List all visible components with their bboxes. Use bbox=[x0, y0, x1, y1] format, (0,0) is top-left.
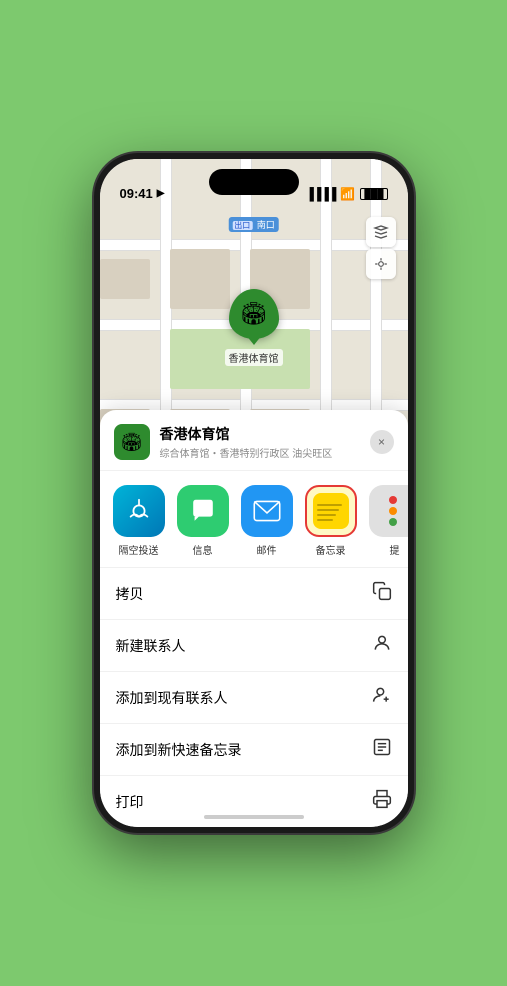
close-button[interactable]: × bbox=[370, 430, 394, 454]
venue-emoji-icon: 🏟 bbox=[120, 432, 143, 453]
notes-inner bbox=[313, 493, 349, 529]
action-item-print[interactable]: 打印 bbox=[100, 776, 408, 827]
home-indicator bbox=[204, 815, 304, 819]
map-label-text: 南口 bbox=[257, 220, 275, 230]
dot-orange bbox=[389, 507, 397, 515]
share-item-airdrop[interactable]: 隔空投送 bbox=[110, 485, 168, 557]
airdrop-label: 隔空投送 bbox=[119, 542, 159, 557]
print-icon bbox=[372, 789, 392, 814]
share-row: 隔空投送 信息 bbox=[100, 471, 408, 568]
map-exit-label: 出口 南口 bbox=[228, 217, 279, 232]
signal-icon: ▐▐▐▐ bbox=[305, 187, 335, 201]
more-dots bbox=[389, 496, 401, 526]
copy-icon bbox=[372, 581, 392, 606]
map-controls bbox=[366, 217, 396, 279]
time-display: 09:41 bbox=[120, 186, 153, 201]
action-item-copy[interactable]: 拷贝 bbox=[100, 568, 408, 620]
dot-red bbox=[389, 496, 397, 504]
map-layers-button[interactable] bbox=[366, 217, 396, 247]
action-item-add-notes[interactable]: 添加到新快速备忘录 bbox=[100, 724, 408, 776]
airdrop-icon-wrap bbox=[113, 485, 165, 537]
status-time: 09:41 ▶ bbox=[120, 186, 165, 201]
venue-name: 香港体育馆 bbox=[160, 424, 370, 444]
messages-icon-wrap bbox=[177, 485, 229, 537]
dot-green bbox=[389, 518, 397, 526]
action-label-add-existing: 添加到现有联系人 bbox=[116, 688, 228, 708]
venue-icon: 🏟 bbox=[114, 424, 150, 460]
bottom-sheet: 🏟 香港体育馆 综合体育馆・香港特别行政区 油尖旺区 × bbox=[100, 410, 408, 827]
notes-line bbox=[317, 514, 337, 516]
notes-line bbox=[317, 519, 334, 521]
status-icons: ▐▐▐▐ 📶 ███ bbox=[305, 187, 387, 201]
quick-note-icon bbox=[372, 737, 392, 762]
share-item-mail[interactable]: 邮件 bbox=[238, 485, 296, 557]
action-label-copy: 拷贝 bbox=[116, 584, 144, 604]
sheet-header: 🏟 香港体育馆 综合体育馆・香港特别行政区 油尖旺区 × bbox=[100, 410, 408, 471]
venue-info: 香港体育馆 综合体育馆・香港特别行政区 油尖旺区 bbox=[160, 424, 370, 460]
location-arrow-icon: ▶ bbox=[157, 188, 165, 199]
mail-icon-wrap bbox=[241, 485, 293, 537]
action-item-add-existing[interactable]: 添加到现有联系人 bbox=[100, 672, 408, 724]
more-icon-wrap bbox=[369, 485, 408, 537]
action-list: 拷贝 新建联系人 bbox=[100, 568, 408, 827]
more-label: 提 bbox=[390, 542, 400, 557]
stadium-label: 香港体育馆 bbox=[225, 349, 283, 366]
map-block bbox=[170, 249, 230, 309]
stadium-pin: 🏟 bbox=[229, 289, 279, 339]
stadium-icon: 🏟 bbox=[240, 301, 268, 327]
share-item-notes[interactable]: 备忘录 bbox=[302, 485, 360, 557]
new-contact-icon bbox=[372, 633, 392, 658]
share-item-messages[interactable]: 信息 bbox=[174, 485, 232, 557]
notes-icon-wrap bbox=[305, 485, 357, 537]
messages-label: 信息 bbox=[193, 542, 213, 557]
venue-description: 综合体育馆・香港特别行政区 油尖旺区 bbox=[160, 445, 370, 460]
action-label-add-notes: 添加到新快速备忘录 bbox=[116, 740, 242, 760]
action-label-new-contact: 新建联系人 bbox=[116, 636, 186, 656]
phone-screen: 09:41 ▶ ▐▐▐▐ 📶 ███ bbox=[100, 159, 408, 827]
action-item-new-contact[interactable]: 新建联系人 bbox=[100, 620, 408, 672]
map-block bbox=[100, 259, 150, 299]
stadium-marker[interactable]: 🏟 香港体育馆 bbox=[225, 289, 283, 366]
battery-icon: ███ bbox=[360, 188, 387, 200]
share-item-more[interactable]: 提 bbox=[366, 485, 408, 557]
phone-frame: 09:41 ▶ ▐▐▐▐ 📶 ███ bbox=[94, 153, 414, 833]
notes-line bbox=[317, 509, 339, 511]
action-label-print: 打印 bbox=[116, 792, 144, 812]
mail-label: 邮件 bbox=[257, 542, 277, 557]
dynamic-island bbox=[209, 169, 299, 195]
notes-label: 备忘录 bbox=[316, 542, 346, 557]
map-location-button[interactable] bbox=[366, 249, 396, 279]
add-contact-icon bbox=[372, 685, 392, 710]
notes-line bbox=[317, 504, 342, 506]
wifi-icon: 📶 bbox=[340, 187, 355, 201]
